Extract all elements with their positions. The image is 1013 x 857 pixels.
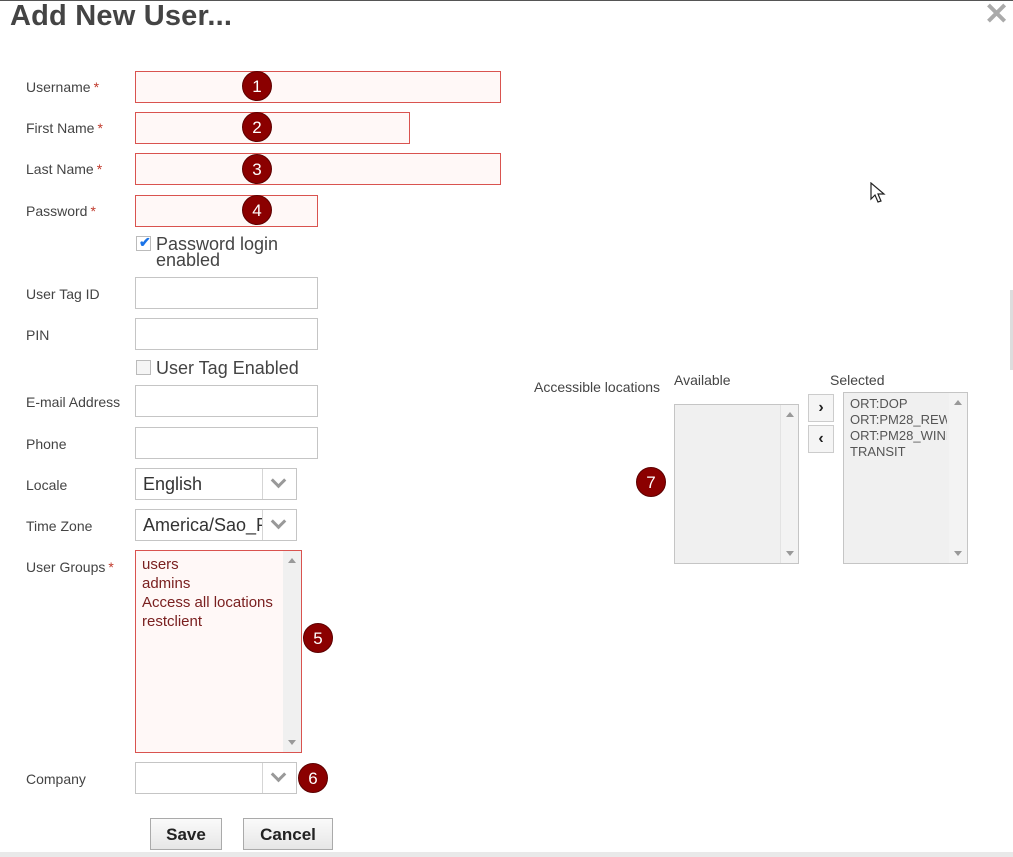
list-item[interactable]: Access all locations [136,593,301,612]
chevron-down-icon [270,472,287,489]
user-groups-scrollbar[interactable] [283,551,301,752]
cancel-button[interactable]: Cancel [243,818,333,850]
check-icon: ✔ [139,234,151,250]
dialog-title: Add New User... [10,0,233,32]
scroll-down-icon[interactable] [288,740,296,745]
scroll-up-icon[interactable] [954,400,962,405]
phone-label: Phone [26,436,67,452]
selected-scrollbar[interactable] [949,393,967,563]
time-zone-label: Time Zone [26,518,93,534]
annotation-badge-2: 2 [242,112,272,142]
scroll-down-icon[interactable] [786,551,794,556]
scroll-up-icon[interactable] [288,558,296,563]
available-locations-list[interactable] [674,404,799,564]
annotation-badge-1: 1 [242,71,272,101]
last-name-label: Last Name * [26,161,103,177]
locale-select[interactable]: English [135,468,297,500]
last-name-input[interactable] [135,153,501,185]
selected-locations-list[interactable]: ORT:DOP ORT:PM28_REWORK ORT:PM28_WINDER … [843,392,968,564]
first-name-label: First Name * [26,120,103,136]
locale-value: English [143,474,203,494]
list-item[interactable]: ORT:DOP [844,396,947,412]
first-name-input[interactable] [135,112,410,144]
accessible-locations-label: Accessible locations [534,379,661,395]
user-tag-enabled-checkbox[interactable] [136,360,151,375]
annotation-badge-6: 6 [298,763,328,793]
list-item[interactable]: users [136,555,301,574]
locale-dropdown-button[interactable] [262,469,296,499]
time-zone-dropdown-button[interactable] [262,510,296,540]
save-button[interactable]: Save [150,818,222,850]
user-tag-id-input[interactable] [135,277,318,309]
email-input[interactable] [135,385,318,417]
list-item[interactable]: ORT:PM28_WINDER [844,428,947,444]
annotation-badge-7: 7 [636,467,666,497]
password-label: Password * [26,203,96,219]
annotation-badge-5: 5 [303,623,333,653]
selected-label: Selected [830,372,885,388]
time-zone-value: America/Sao_Paulo [143,515,263,535]
scroll-down-icon[interactable] [954,551,962,556]
remove-location-button[interactable]: ‹ [808,425,834,453]
available-label: Available [674,372,731,388]
pin-label: PIN [26,327,50,343]
list-item[interactable]: ORT:PM28_REWORK [844,412,947,428]
list-item[interactable]: restclient [136,612,301,631]
pin-input[interactable] [135,318,318,350]
add-location-button[interactable]: › [808,394,834,422]
username-input[interactable] [135,71,501,103]
dialog-bottom-strip [0,852,1013,857]
password-login-checkbox[interactable]: ✔ [136,234,151,251]
list-item[interactable]: admins [136,574,301,593]
chevron-down-icon [270,766,287,783]
time-zone-select[interactable]: America/Sao_Paulo [135,509,297,541]
mouse-cursor-icon [870,182,886,203]
user-groups-list[interactable]: users admins Access all locations restcl… [135,550,302,753]
company-label: Company [26,771,86,787]
chevron-down-icon [270,513,287,530]
password-login-label: Password login enabled [156,234,279,270]
company-dropdown-button[interactable] [262,763,296,793]
email-label: E-mail Address [26,394,121,410]
company-select[interactable] [135,762,297,794]
available-scrollbar[interactable] [780,405,798,563]
password-input[interactable] [135,195,318,227]
scroll-up-icon[interactable] [786,412,794,417]
annotation-badge-3: 3 [242,154,272,184]
close-icon[interactable]: ✕ [984,0,1009,30]
user-groups-label: User Groups * [26,559,114,575]
user-tag-enabled-label: User Tag Enabled [156,358,299,378]
user-tag-id-label: User Tag ID [26,286,100,302]
list-item[interactable]: TRANSIT [844,444,947,460]
locale-label: Locale [26,477,68,493]
username-label: Username * [26,79,100,95]
phone-input[interactable] [135,427,318,459]
annotation-badge-4: 4 [242,195,272,225]
